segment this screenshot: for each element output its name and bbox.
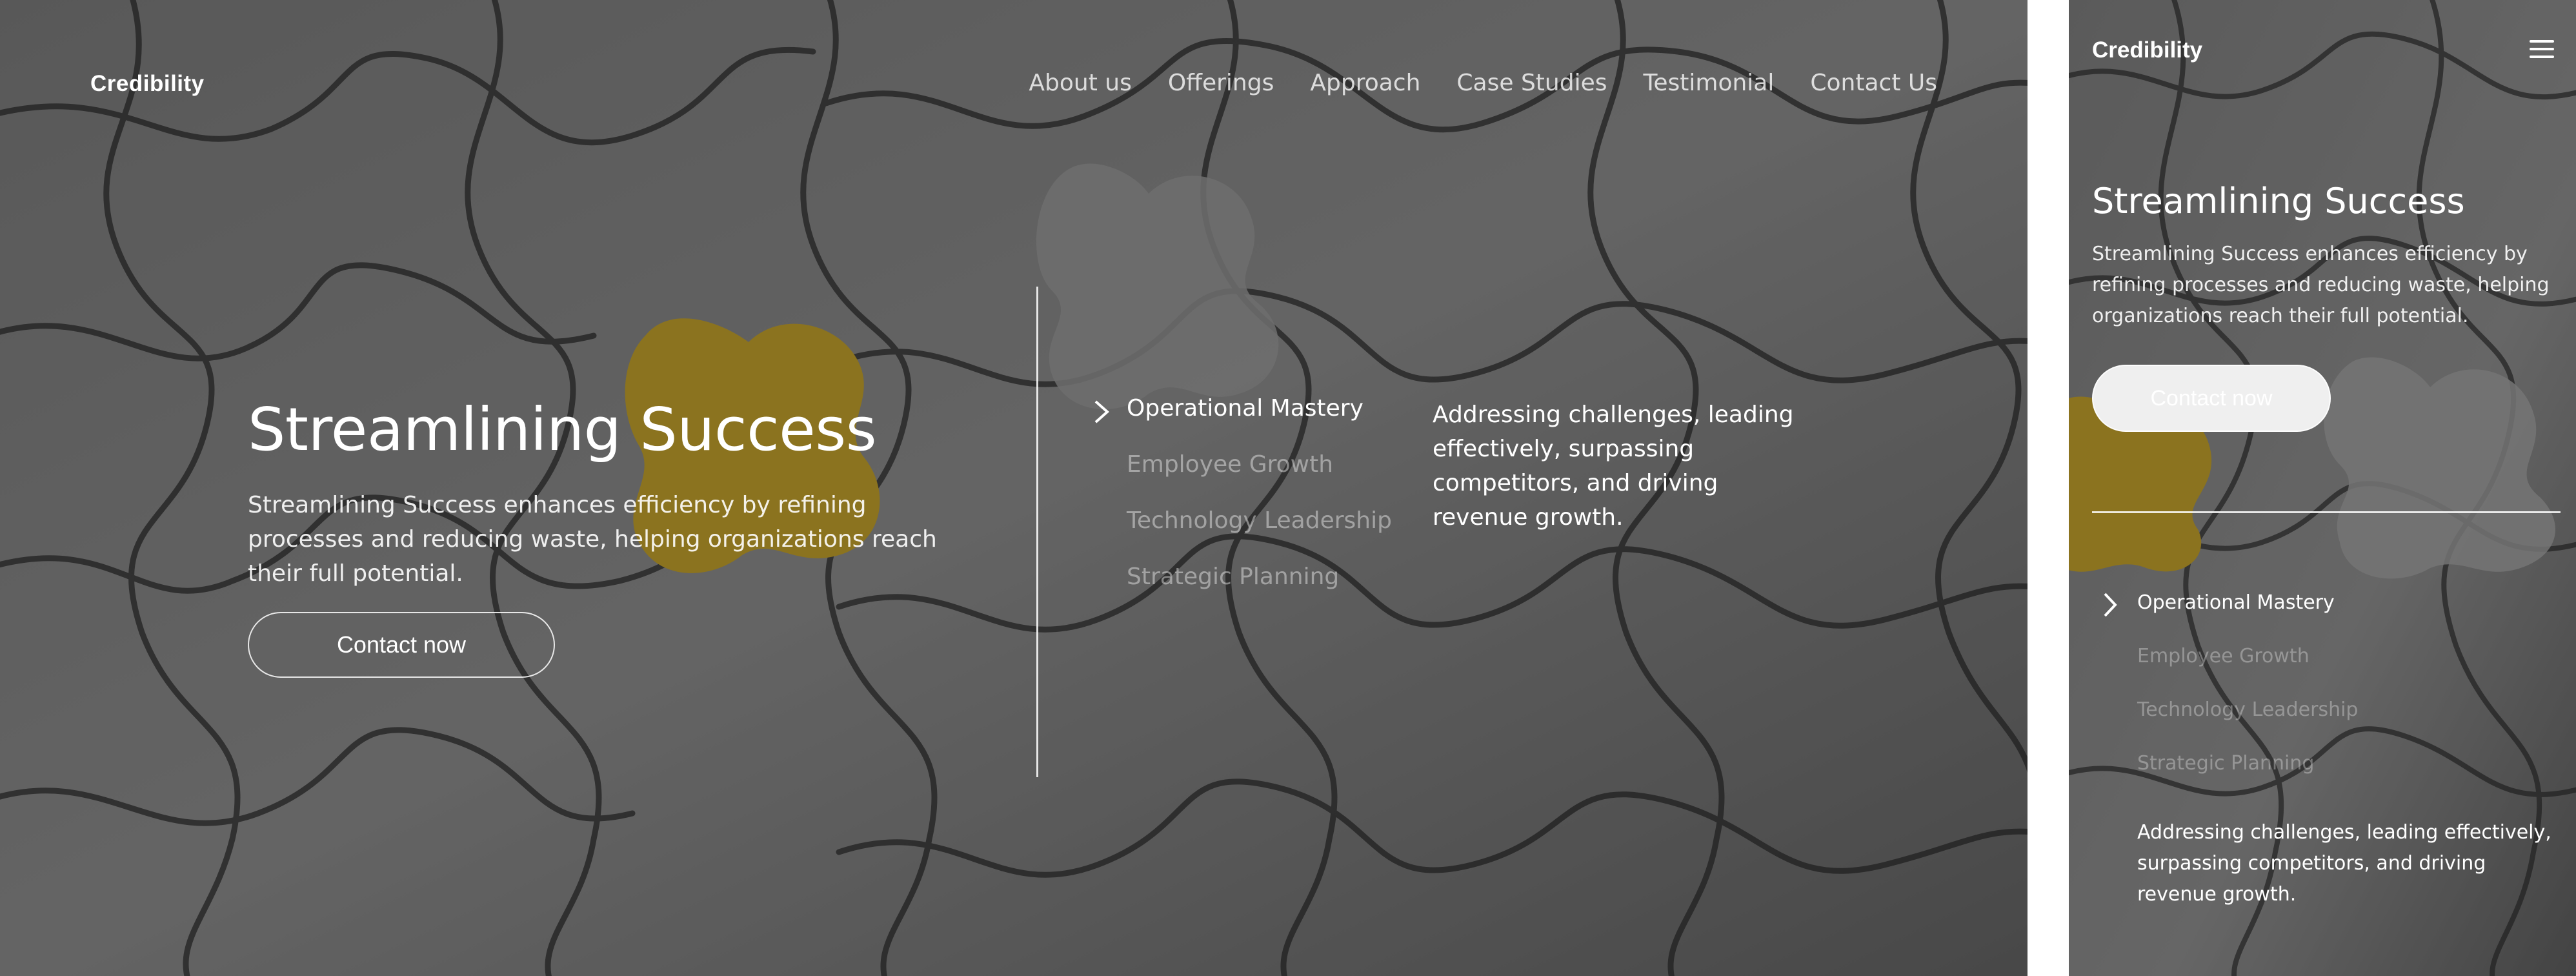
service-item-label: Operational Mastery (2137, 591, 2335, 614)
service-item-technology-leadership[interactable]: Technology Leadership (1091, 507, 1392, 564)
nav-link-offerings[interactable]: Offerings (1168, 70, 1274, 96)
nav-link-case-studies[interactable]: Case Studies (1456, 70, 1607, 96)
service-item-label: Operational Mastery (1127, 395, 1363, 422)
service-item-label: Employee Growth (2137, 645, 2309, 667)
service-item-employee-growth[interactable]: Employee Growth (2092, 645, 2358, 698)
service-item-operational-mastery[interactable]: Operational Mastery (2092, 591, 2358, 645)
services-menu: Operational Mastery Employee Growth Tech… (1091, 395, 1392, 620)
hero-title: Streamlining Success (248, 395, 877, 464)
chevron-right-icon (1094, 400, 1110, 423)
section-divider (1036, 287, 1038, 777)
contact-now-button[interactable]: Contact now (2092, 365, 2331, 432)
service-item-label: Technology Leadership (1127, 507, 1392, 534)
services-menu: Operational Mastery Employee Growth Tech… (2092, 591, 2358, 806)
service-item-operational-mastery[interactable]: Operational Mastery (1091, 395, 1392, 451)
hero-description: Streamlining Success enhances efficiency… (248, 492, 937, 587)
service-item-label: Employee Growth (1127, 451, 1334, 478)
viewport-separator (2028, 0, 2069, 976)
section-divider (2092, 511, 2561, 513)
hero-description: Streamlining Success enhances efficiency… (2092, 243, 2550, 327)
service-item-label: Technology Leadership (2137, 698, 2359, 721)
nav-link-approach[interactable]: Approach (1310, 70, 1420, 96)
main-nav: About us Offerings Approach Case Studies… (1029, 70, 1937, 96)
service-description: Addressing challenges, leading effective… (1433, 402, 1794, 531)
service-item-strategic-planning[interactable]: Strategic Planning (1091, 564, 1392, 620)
nav-link-about[interactable]: About us (1029, 70, 1131, 96)
service-item-technology-leadership[interactable]: Technology Leadership (2092, 698, 2358, 752)
hamburger-menu-icon[interactable] (2530, 40, 2554, 61)
service-description: Addressing challenges, leading effective… (2137, 821, 2551, 906)
hero-title: Streamlining Success (2092, 181, 2465, 221)
contact-now-button[interactable]: Contact now (248, 612, 555, 678)
nav-link-testimonial[interactable]: Testimonial (1644, 70, 1775, 96)
service-item-employee-growth[interactable]: Employee Growth (1091, 451, 1392, 507)
service-item-label: Strategic Planning (1127, 564, 1340, 590)
desktop-view: Credibility About us Offerings Approach … (0, 0, 2028, 976)
mobile-view: Credibility Streamlining Success Streaml… (2069, 0, 2576, 976)
brand-logo[interactable]: Credibility (2092, 37, 2202, 63)
service-item-label: Strategic Planning (2137, 752, 2315, 775)
nav-link-contact[interactable]: Contact Us (1810, 70, 1937, 96)
brand-logo[interactable]: Credibility (90, 71, 205, 97)
service-item-strategic-planning[interactable]: Strategic Planning (2092, 752, 2358, 806)
chevron-right-icon (2104, 593, 2117, 617)
